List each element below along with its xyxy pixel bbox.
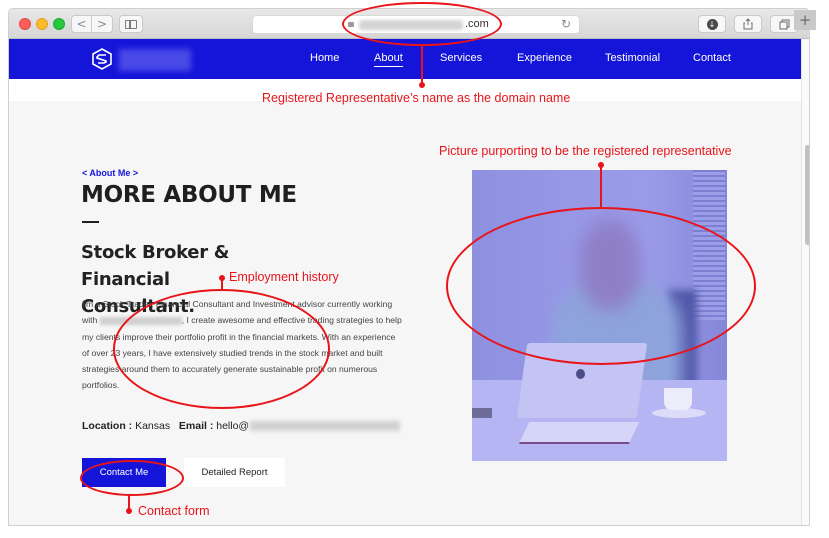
redacted-email-domain <box>250 421 401 432</box>
new-tab-button[interactable]: + <box>794 10 816 30</box>
photo-laptop <box>516 343 648 418</box>
apple-logo-icon <box>576 369 585 379</box>
scrollbar-thumb[interactable] <box>805 145 809 245</box>
tabs-icon <box>779 19 789 29</box>
site-navbar: Home About Services Experience Testimoni… <box>9 39 801 79</box>
nav-testimonial[interactable]: Testimonial <box>605 52 660 64</box>
annotation-dot-domain <box>419 82 425 88</box>
browser-toolbar: < > .com ↻ ↓ <box>9 9 809 39</box>
photo-person-head-blurred <box>580 220 640 310</box>
address-bar[interactable]: .com ↻ <box>252 15 580 34</box>
representative-photo <box>472 170 727 461</box>
detailed-report-button[interactable]: Detailed Report <box>184 458 285 487</box>
profession-line-1: Stock Broker & Financial <box>81 242 230 290</box>
photo-coffee-cup <box>664 388 692 410</box>
url-suffix: .com <box>465 18 489 30</box>
email-label: Email : <box>178 420 214 432</box>
back-button[interactable]: < <box>71 15 92 33</box>
annotation-picture: Picture purporting to be the registered … <box>439 144 732 158</box>
nav-services[interactable]: Services <box>440 52 482 64</box>
redacted-domain <box>359 20 463 30</box>
lock-icon <box>348 22 354 27</box>
redacted-site-name <box>119 49 191 71</box>
sidebar-toggle-button[interactable] <box>119 15 143 33</box>
downloads-button[interactable]: ↓ <box>698 15 726 33</box>
annotation-domain: Registered Representative’s name as the … <box>262 91 571 105</box>
page-scrollbar[interactable] <box>801 39 809 525</box>
title-divider <box>82 221 99 223</box>
share-icon <box>743 18 753 30</box>
nav-about[interactable]: About <box>374 52 403 67</box>
redacted-employer <box>99 317 182 326</box>
section-eyebrow: < About Me > <box>82 168 139 178</box>
contact-details: Location : Kansas Email : hello@ <box>82 420 401 432</box>
window-blind <box>693 170 725 320</box>
annotation-contact-form: Contact form <box>138 504 210 518</box>
annotation-dot-contact <box>126 508 132 514</box>
sidebar-icon <box>125 19 137 29</box>
bio-paragraph: I'm a Stock Trader, Financial Consultant… <box>82 296 402 394</box>
annotation-connector-employment <box>221 278 223 290</box>
share-button[interactable] <box>734 15 762 33</box>
annotation-connector-domain <box>421 46 423 84</box>
photo-notebook <box>518 422 640 444</box>
minimize-window-button[interactable] <box>36 18 48 30</box>
email-value[interactable]: hello@ <box>216 420 249 432</box>
location-value: Kansas <box>135 420 171 432</box>
nav-experience[interactable]: Experience <box>517 52 572 64</box>
chevron-left-icon: < <box>76 17 87 31</box>
section-title: MORE ABOUT ME <box>81 182 297 208</box>
nav-home[interactable]: Home <box>310 52 339 64</box>
annotation-employment: Employment history <box>229 270 339 284</box>
nav-contact[interactable]: Contact <box>693 52 731 64</box>
contact-me-button[interactable]: Contact Me <box>82 458 166 487</box>
bio-text-2: , I create awesome and effective trading… <box>82 315 402 391</box>
photo-phone <box>472 408 492 418</box>
annotation-connector-picture <box>600 165 602 207</box>
chevron-right-icon: > <box>96 17 108 31</box>
site-logo-icon[interactable] <box>91 48 113 70</box>
forward-button[interactable]: > <box>92 15 113 33</box>
download-icon: ↓ <box>706 18 718 30</box>
reload-icon[interactable]: ↻ <box>561 17 571 31</box>
close-window-button[interactable] <box>19 18 31 30</box>
zoom-window-button[interactable] <box>53 18 65 30</box>
location-label: Location : <box>82 420 133 432</box>
